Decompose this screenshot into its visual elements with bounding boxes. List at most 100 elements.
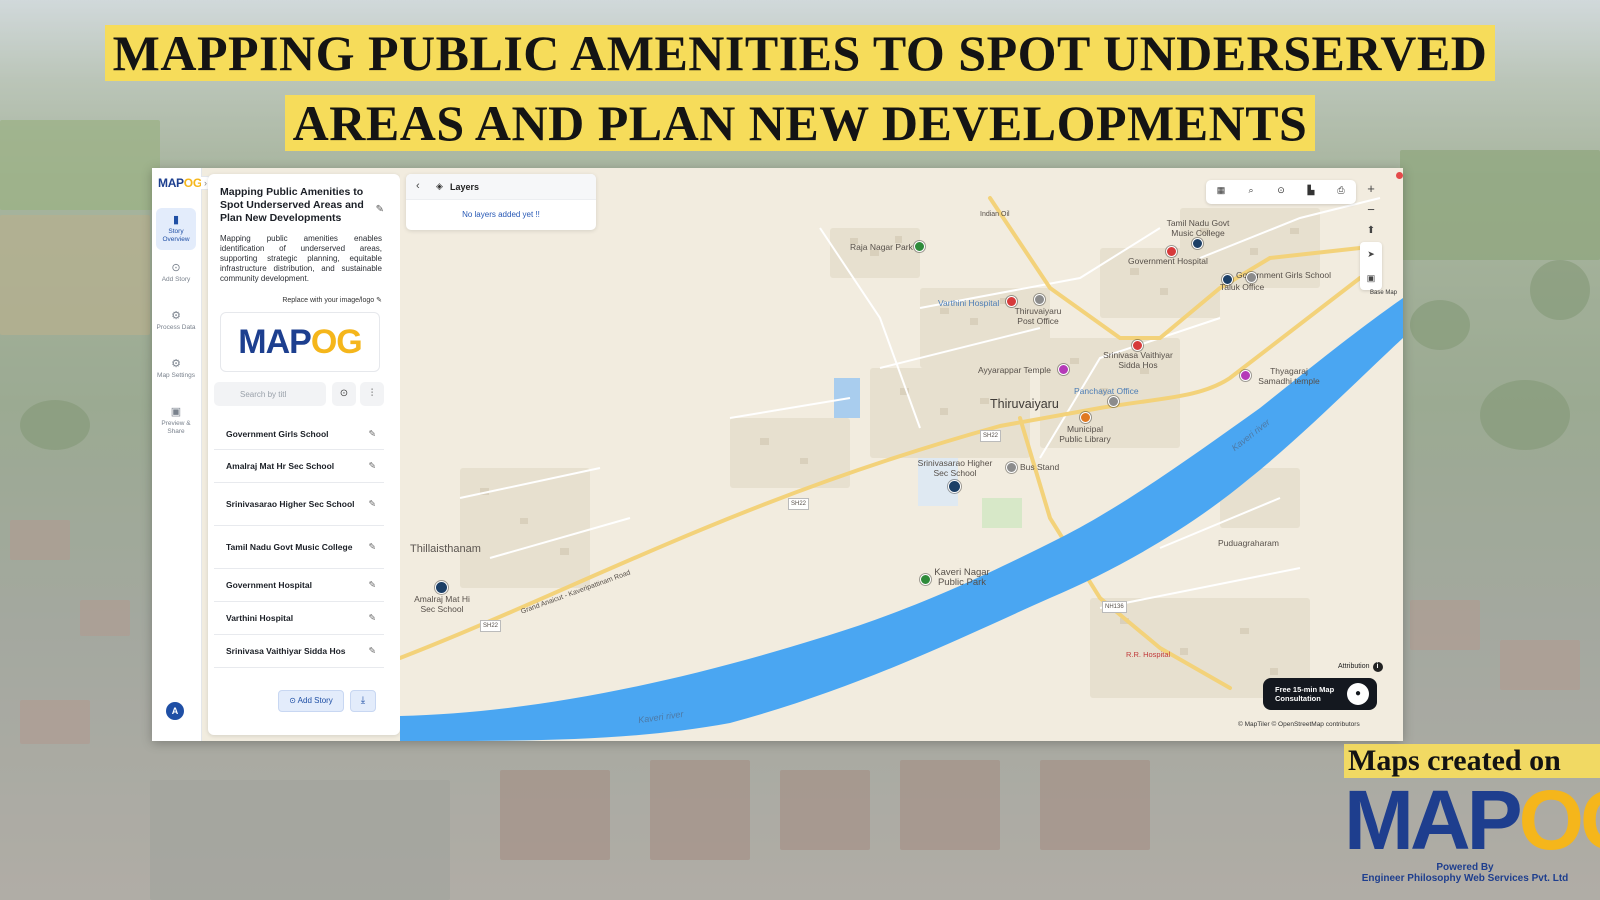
search-input[interactable] (214, 382, 326, 406)
app-window: MAPOG › ▮ Story Overview ⊙ Add Story ⚙ P… (152, 168, 1403, 741)
print-icon[interactable]: ⎙ (1334, 185, 1348, 196)
poi-label: Thyagaraj Samadhi temple (1258, 366, 1320, 386)
consultation-button[interactable]: Free 15-min Map Consultation ● (1263, 678, 1377, 710)
story-logo-text: MAP (238, 323, 312, 361)
rail-item-add-story[interactable]: ⊙ Add Story (156, 256, 196, 298)
pencil-icon[interactable]: ✎ (368, 580, 376, 591)
rail-item-story-overview[interactable]: ▮ Story Overview (156, 208, 196, 250)
story-item-label: Tamil Nadu Govt Music College (226, 542, 353, 552)
pencil-icon[interactable]: ✎ (368, 461, 376, 472)
avatar[interactable]: A (166, 702, 184, 720)
attribution-label: Attribution (1338, 663, 1370, 670)
poi-label: Taluk Office (1220, 282, 1265, 292)
map-canvas[interactable]: Thiruvaiyaru Thillaisthanam Puduagrahara… (400, 168, 1403, 741)
poi-label: Government Hospital (1128, 256, 1208, 266)
download-icon: ⤓ (360, 695, 366, 706)
replace-logo-label: Replace with your image/logo (282, 297, 375, 304)
list-item[interactable]: Government Girls School ✎ (214, 418, 384, 450)
settings-icon: ⚙ (171, 358, 181, 370)
story-logo: MAPOG (238, 323, 363, 361)
compass-icon[interactable]: ⬆ (1360, 220, 1382, 241)
rail-item-label: Preview & Share (161, 420, 191, 435)
zoom-in-button[interactable]: + (1360, 178, 1382, 199)
rail-item-process-data[interactable]: ⚙ Process Data (156, 304, 196, 346)
chat-icon: ● (1347, 683, 1369, 705)
story-title: Mapping Public Amenities to Spot Underse… (220, 186, 364, 224)
story-item-label: Srinivasarao Higher Sec School (226, 499, 355, 509)
poi-marker[interactable] (435, 581, 448, 594)
replace-logo-link[interactable]: Replace with your image/logo ✎ (282, 296, 382, 304)
poi-marker[interactable] (1058, 364, 1069, 375)
headline-line-2: AREAS AND PLAN NEW DEVELOPMENTS (284, 95, 1316, 151)
road-shield: SH22 (788, 498, 810, 510)
place-label-puduagraharam: Puduagraharam (1218, 538, 1279, 548)
measure-icon[interactable]: ▙ (1304, 185, 1318, 196)
pencil-icon[interactable]: ✎ (368, 499, 376, 510)
filter-settings-button[interactable]: ⫶ (360, 382, 384, 406)
layers-title: Layers (450, 182, 480, 192)
poi-label: Kaveri Nagar Public Park (934, 567, 990, 588)
story-item-label: Amalraj Mat Hr Sec School (226, 461, 335, 471)
zoom-out-button[interactable]: − (1360, 199, 1382, 220)
basemap-icon[interactable]: ▣ (1360, 266, 1382, 290)
layers-empty-message: No layers added yet !! (462, 210, 540, 219)
rail-item-map-settings[interactable]: ⚙ Map Settings (156, 352, 196, 394)
map-toolbar: ▦ ⌕ ⊙ ▙ ⎙ (1206, 180, 1356, 204)
pencil-icon[interactable]: ✎ (368, 646, 376, 657)
story-item-label: Varthini Hospital (226, 613, 294, 623)
list-item[interactable]: Srinivasa Vaithiyar Sidda Hos ✎ (214, 635, 384, 668)
poi-marker[interactable] (914, 241, 925, 252)
hospital-label: R.R. Hospital (1126, 650, 1171, 659)
consultation-label: Free 15-min Map Consultation (1275, 685, 1335, 703)
search-row: ⌕ ⊙ ⫶ (214, 382, 394, 408)
rail-item-label: Add Story (161, 276, 191, 283)
list-item[interactable]: Tamil Nadu Govt Music College ✎ (214, 526, 384, 569)
story-item-label: Srinivasa Vaithiyar Sidda Hos (226, 646, 346, 656)
add-story-label: Add Story (297, 696, 333, 705)
pencil-icon[interactable]: ✎ (368, 542, 376, 553)
search-icon[interactable]: ⌕ (1244, 185, 1258, 196)
story-panel: Mapping Public Amenities to Spot Underse… (208, 174, 400, 735)
list-item[interactable]: Amalraj Mat Hr Sec School ✎ (214, 450, 384, 483)
attribution[interactable]: Attribution i (1338, 662, 1383, 672)
headline-line-1: MAPPING PUBLIC AMENITIES TO SPOT UNDERSE… (104, 25, 1496, 81)
poi-marker[interactable] (920, 574, 931, 585)
layers-panel: ‹ ◈ Layers No layers added yet !! (406, 174, 596, 230)
list-item[interactable]: Varthini Hospital ✎ (214, 602, 384, 635)
road-shield: SH22 (980, 430, 1002, 442)
story-logo-box[interactable]: MAPOG (220, 312, 380, 372)
share-icon: ▣ (170, 406, 182, 418)
location-icon[interactable]: ⊙ (1274, 185, 1288, 196)
pencil-icon[interactable]: ✎ (368, 428, 376, 439)
download-button[interactable]: ⤓ (350, 690, 376, 712)
brand-logo-accent: OG (1518, 773, 1600, 867)
map-view-icon[interactable]: ▦ (1214, 185, 1228, 196)
powered-by-label: Powered By (1436, 862, 1494, 873)
poi-label: Ayyarappar Temple (978, 365, 1051, 375)
poi-marker[interactable] (1108, 396, 1119, 407)
add-story-button[interactable]: ⊙ Add Story (278, 690, 344, 712)
edit-title-pencil-icon[interactable]: ✎ (376, 204, 384, 215)
poi-marker[interactable] (1080, 412, 1091, 423)
poi-marker[interactable] (1034, 294, 1045, 305)
sliders-icon: ⫶ (370, 388, 374, 399)
osm-credit: © MapTiler © OpenStreetMap contributors (1238, 721, 1360, 728)
list-item[interactable]: Government Hospital ✎ (214, 569, 384, 602)
chevron-left-icon[interactable]: ‹ (416, 180, 420, 192)
poi-marker[interactable] (1240, 370, 1251, 381)
poi-marker[interactable] (1006, 462, 1017, 473)
rail-item-preview-share[interactable]: ▣ Preview & Share (156, 400, 196, 442)
navigate-icon[interactable]: ➤ (1360, 242, 1382, 266)
zoom-controls: + − ⬆ (1360, 178, 1382, 241)
pencil-icon[interactable]: ✎ (368, 613, 376, 624)
list-item[interactable]: Srinivasarao Higher Sec School ✎ (214, 483, 384, 526)
location-filter-button[interactable]: ⊙ (332, 382, 356, 406)
poi-marker[interactable] (1192, 238, 1203, 249)
brand-logo-text: MAP (1344, 773, 1523, 867)
layers-icon: ◈ (436, 181, 443, 191)
branding-block: Maps created on MAPOG Powered By Enginee… (1344, 744, 1600, 900)
story-list: Government Girls School ✎ Amalraj Mat Hr … (214, 418, 384, 668)
rail-logo[interactable]: MAPOG (158, 176, 202, 190)
poi-marker[interactable] (948, 480, 961, 493)
story-logo-accent: OG (310, 323, 363, 361)
